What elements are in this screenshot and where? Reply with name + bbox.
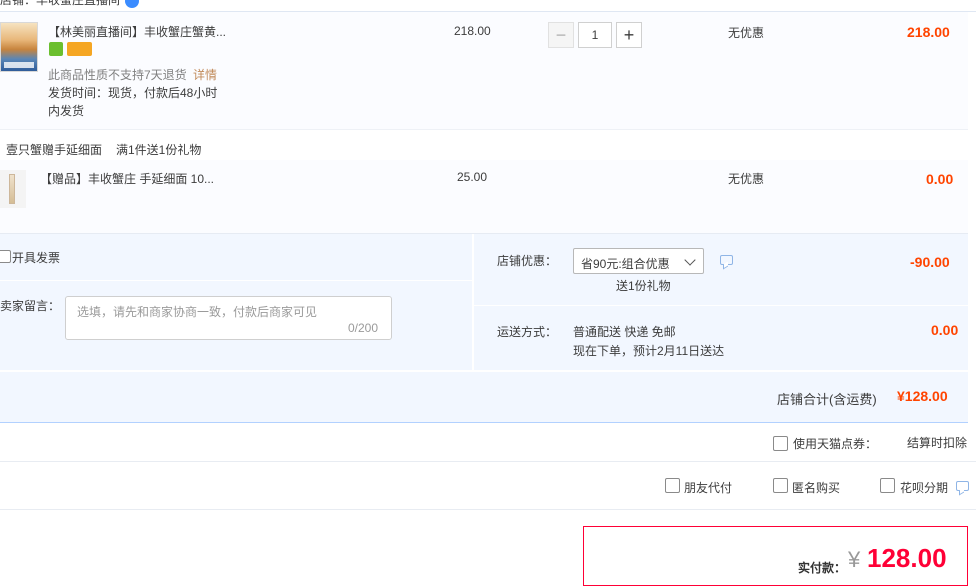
shop-total-label: 店铺合计(含运费): [777, 392, 877, 407]
invoice-checkbox[interactable]: [0, 250, 11, 263]
gift-promo: 无优惠: [728, 172, 765, 186]
gift-promo-name: 壹只蟹赠手延细面: [6, 143, 103, 157]
shipping-time: 发货时间：现货，付款后48小时: [48, 86, 218, 100]
shop-header: 店铺：丰收蟹庄直播间: [0, 0, 976, 12]
anonymous-label: 匿名购买: [792, 481, 841, 495]
check-icon: [125, 0, 139, 8]
discount-selected: 省90元:组合优惠: [581, 257, 670, 271]
delivery-eta: 现在下单，预计2月11日送达: [573, 344, 725, 358]
shipping-time-cont: 内发货: [48, 104, 85, 118]
gift-thumbnail[interactable]: [0, 170, 26, 208]
gift-item-title[interactable]: 【赠品】丰收蟹庄 手延细面 10...: [40, 170, 214, 187]
unit-price: 218.00: [454, 24, 491, 38]
huabei-checkbox[interactable]: [880, 478, 895, 493]
discount-select[interactable]: 省90元:组合优惠: [573, 248, 704, 274]
discount-amount: -90.00: [910, 254, 950, 270]
shop-total-amount: ¥128.00: [897, 388, 948, 404]
gift-unit-price: 25.00: [457, 170, 488, 184]
product-thumbnail[interactable]: [0, 22, 38, 72]
chat-icon[interactable]: [956, 481, 969, 491]
chat-icon[interactable]: [720, 255, 733, 265]
quantity-input[interactable]: 1: [578, 22, 612, 48]
right-divider: [474, 305, 968, 306]
delivery-label: 运送方式：: [497, 325, 558, 339]
message-label: 给卖家留言：: [0, 299, 61, 313]
item-subtotal: 218.00: [907, 24, 950, 40]
item-title[interactable]: 【林美丽直播间】丰收蟹庄蟹黄...: [48, 23, 226, 40]
return-notice: 此商品性质不支持7天退货: [48, 68, 187, 82]
chevron-down-icon: [684, 254, 696, 266]
card-icon: [67, 42, 92, 56]
message-placeholder: 选填，请先和商家协商一致，付款后商家可见: [77, 305, 318, 319]
item-promo: 无优惠: [728, 26, 765, 40]
payment-amount: 128.00: [867, 543, 947, 573]
store-discount-label: 店铺优惠：: [497, 254, 558, 268]
anonymous-checkbox[interactable]: [773, 478, 788, 493]
points-label: 使用天猫点券：: [793, 437, 878, 451]
invoice-label: 开具发票: [12, 251, 61, 265]
minus-icon[interactable]: −: [548, 22, 574, 48]
gift-subtotal: 0.00: [926, 171, 954, 187]
payment-currency: ¥: [848, 547, 861, 572]
divider-line: [0, 509, 976, 510]
gift-promo-rule: 满1件送1份礼物: [116, 143, 202, 157]
divider-line: [0, 461, 976, 462]
gift-note: 送1份礼物: [616, 279, 671, 293]
shop-header-label[interactable]: 店铺：丰收蟹庄直播间: [0, 0, 120, 8]
points-note: 结算时扣除: [907, 436, 968, 450]
message-textarea[interactable]: 选填，请先和商家协商一致，付款后商家可见 0/200: [65, 296, 392, 340]
plus-icon[interactable]: +: [616, 22, 642, 48]
huabei-label: 花呗分期: [900, 481, 949, 495]
delivery-method: 普通配送 快递 免邮: [573, 325, 676, 339]
vertical-divider: [472, 234, 474, 370]
friend-pay-checkbox[interactable]: [665, 478, 680, 493]
shield-icon: [49, 42, 63, 56]
payment-label: 实付款：: [798, 561, 847, 575]
delivery-amount: 0.00: [931, 322, 959, 338]
points-checkbox[interactable]: [773, 436, 788, 451]
friend-pay-label: 朋友代付: [684, 481, 733, 495]
details-link[interactable]: 详情: [193, 66, 217, 83]
left-divider: [0, 280, 472, 281]
payment-box: 实付款： ¥ 128.00: [583, 526, 968, 586]
message-counter: 0/200: [348, 321, 379, 335]
